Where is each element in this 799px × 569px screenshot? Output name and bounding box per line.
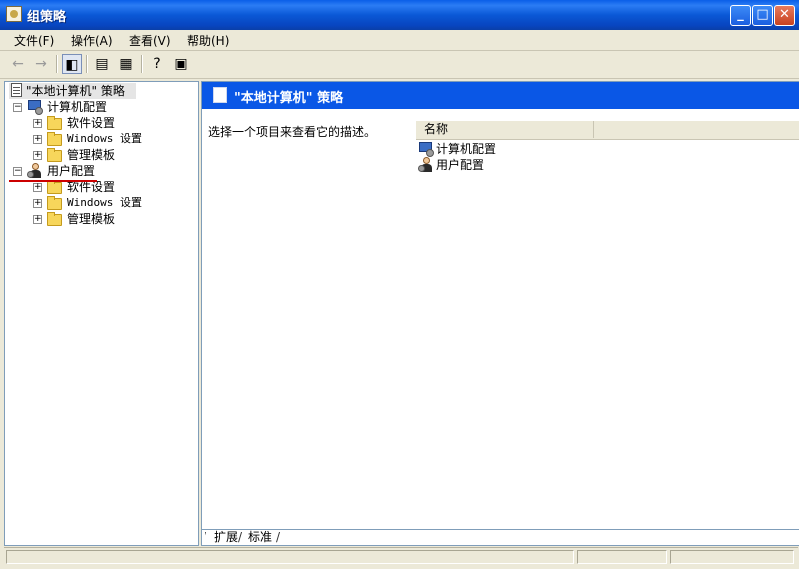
description-text: 选择一个项目来查看它的描述。 xyxy=(208,125,377,139)
details-header: "本地计算机" 策略 xyxy=(202,82,799,109)
expand-icon[interactable]: + xyxy=(33,215,42,224)
policy-icon xyxy=(9,83,25,99)
minimize-button[interactable]: _ xyxy=(730,5,751,26)
export-list-icon[interactable]: ▦ xyxy=(116,54,136,74)
tree-item-label: 用户配置 xyxy=(47,164,96,178)
folder-icon xyxy=(47,148,62,162)
help-icon[interactable]: ? xyxy=(147,54,167,74)
tab-divider: / xyxy=(276,530,281,544)
highlight-underline xyxy=(9,180,97,182)
folder-icon xyxy=(47,196,62,210)
tree-item-label: 计算机配置 xyxy=(47,100,108,114)
computer-config-icon xyxy=(27,100,43,115)
status-cell-main xyxy=(6,550,574,564)
policy-icon xyxy=(213,87,227,103)
status-cell xyxy=(670,550,794,564)
forward-arrow-icon[interactable]: → xyxy=(31,54,51,74)
column-name-header[interactable]: 名称 xyxy=(416,121,594,138)
menu-help[interactable]: 帮助(H) xyxy=(187,32,229,49)
show-hide-action-pane-icon[interactable]: ▣ xyxy=(171,54,191,74)
menu-file[interactable]: 文件(F) xyxy=(14,32,54,49)
expand-icon[interactable]: + xyxy=(33,151,42,160)
expand-icon[interactable]: + xyxy=(33,119,42,128)
toolbar-separator xyxy=(141,55,143,73)
tree-item-label: 管理模板 xyxy=(67,148,116,162)
tree-item-label: Windows 设置 xyxy=(67,196,142,209)
status-bar xyxy=(4,547,798,566)
tree-root-item[interactable]: "本地计算机" 策略 xyxy=(9,83,136,99)
collapse-icon[interactable]: − xyxy=(13,103,22,112)
details-header-title: "本地计算机" 策略 xyxy=(234,91,344,106)
close-button[interactable]: ✕ xyxy=(774,5,795,26)
toolbar-separator xyxy=(86,55,88,73)
back-arrow-icon[interactable]: ← xyxy=(8,54,28,74)
group-policy-app-icon xyxy=(6,6,22,22)
list-item-label: 用户配置 xyxy=(436,158,485,172)
menu-bar: 文件(F) 操作(A) 查看(V) 帮助(H) xyxy=(0,30,799,51)
list-column-header: 名称 xyxy=(416,121,799,140)
menu-action[interactable]: 操作(A) xyxy=(71,32,113,49)
menu-view[interactable]: 查看(V) xyxy=(129,32,171,49)
toolbar: ← → ◧ ▤ ▦ ? ▣ xyxy=(0,51,799,79)
tree-pane[interactable]: "本地计算机" 策略 − 计算机配置 + 软件设置 + Windows 设置 +… xyxy=(4,81,199,546)
collapse-icon[interactable]: − xyxy=(13,167,22,176)
window-title: 组策略 xyxy=(27,10,67,25)
details-pane[interactable]: "本地计算机" 策略 选择一个项目来查看它的描述。 名称 计算机配置 用户配置 … xyxy=(201,81,799,546)
status-cell xyxy=(577,550,667,564)
folder-icon xyxy=(47,180,62,194)
folder-icon xyxy=(47,132,62,146)
tree-root-label: "本地计算机" 策略 xyxy=(26,84,125,98)
tree-item-label: 软件设置 xyxy=(67,116,116,130)
show-hide-tree-icon[interactable]: ◧ xyxy=(62,54,82,74)
tree-item-label: Windows 设置 xyxy=(67,132,142,145)
computer-config-icon xyxy=(418,142,434,157)
properties-icon[interactable]: ▤ xyxy=(92,54,112,74)
user-config-icon xyxy=(27,163,43,179)
expand-icon[interactable]: + xyxy=(33,135,42,144)
title-bar[interactable]: 组策略 _ □ ✕ xyxy=(0,0,799,30)
list-item-label: 计算机配置 xyxy=(436,142,497,156)
folder-icon xyxy=(47,116,62,130)
folder-icon xyxy=(47,212,62,226)
expand-icon[interactable]: + xyxy=(33,199,42,208)
user-config-icon xyxy=(418,157,434,173)
toolbar-separator xyxy=(56,55,58,73)
view-tabs: \ 扩展 / 标准 / xyxy=(202,529,799,546)
expand-icon[interactable]: + xyxy=(33,183,42,192)
maximize-button[interactable]: □ xyxy=(752,5,773,26)
tree-item-label: 管理模板 xyxy=(67,212,116,226)
tab-standard[interactable]: 标准 xyxy=(240,530,278,544)
